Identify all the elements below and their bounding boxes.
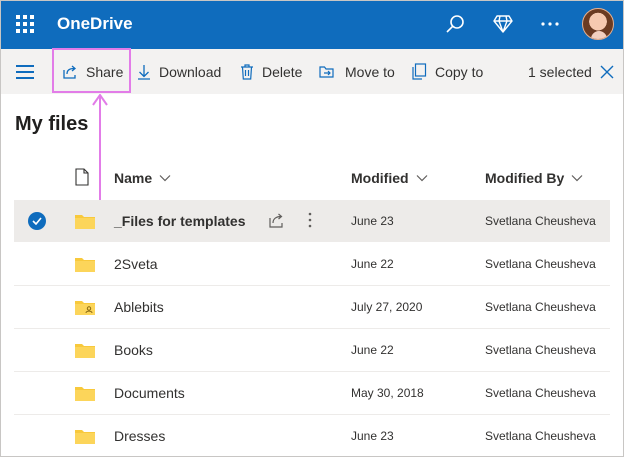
selection-count: 1 selected: [528, 64, 592, 80]
file-name[interactable]: _Files for templates: [114, 213, 246, 229]
modified-date: June 23: [351, 214, 394, 228]
move-to-label: Move to: [345, 63, 395, 80]
search-icon[interactable]: [443, 12, 467, 36]
table-row[interactable]: Ablebits July 27, 2020 Svetlana Cheushev…: [14, 286, 610, 328]
modified-date: June 23: [351, 429, 394, 443]
chevron-down-icon: [571, 175, 583, 182]
top-header: OneDrive: [0, 0, 624, 49]
folder-icon: [75, 215, 95, 229]
modified-by: Svetlana Cheusheva: [485, 386, 596, 400]
file-name[interactable]: Books: [114, 342, 153, 358]
move-icon: [319, 66, 334, 78]
delete-button[interactable]: Delete: [240, 49, 302, 94]
modified-date: June 22: [351, 257, 394, 271]
column-header-name[interactable]: Name: [114, 170, 171, 186]
clear-selection-icon[interactable]: [600, 65, 614, 84]
file-name[interactable]: Ablebits: [114, 299, 164, 315]
column-header-modified-by[interactable]: Modified By: [485, 170, 583, 186]
checkmark-icon[interactable]: [28, 212, 46, 230]
modified-by: Svetlana Cheusheva: [485, 343, 596, 357]
folder-icon: [75, 387, 95, 401]
modified-by: Svetlana Cheusheva: [485, 429, 596, 443]
modified-by: Svetlana Cheusheva: [485, 300, 596, 314]
chevron-down-icon: [159, 175, 171, 182]
copy-to-button[interactable]: Copy to: [411, 49, 483, 94]
copy-to-label: Copy to: [435, 63, 484, 80]
download-button[interactable]: Download: [137, 49, 221, 94]
arrow-head-icon: [92, 94, 108, 106]
table-row[interactable]: Documents May 30, 2018 Svetlana Cheushev…: [14, 372, 610, 414]
column-name-label: Name: [114, 170, 153, 186]
table-row[interactable]: _Files for templates June 23 Svetlana Ch…: [14, 200, 610, 242]
download-label: Download: [159, 63, 222, 80]
table-row[interactable]: Dresses June 23 Svetlana Cheusheva: [14, 415, 610, 457]
shared-folder-icon: [75, 301, 95, 315]
table-row[interactable]: Books June 22 Svetlana Cheusheva: [14, 329, 610, 371]
file-type-icon[interactable]: [75, 168, 89, 191]
annotation-arrow: [99, 96, 101, 200]
column-modified-by-label: Modified By: [485, 170, 565, 186]
page-title: My files: [15, 113, 89, 135]
more-vertical-icon[interactable]: [307, 212, 313, 228]
file-name[interactable]: Documents: [114, 385, 185, 401]
premium-diamond-icon[interactable]: [491, 12, 515, 36]
file-name[interactable]: 2Sveta: [114, 256, 158, 272]
avatar[interactable]: [582, 8, 614, 40]
app-title[interactable]: OneDrive: [57, 14, 133, 34]
folder-icon: [75, 430, 95, 444]
file-name[interactable]: Dresses: [114, 428, 165, 444]
chevron-down-icon: [416, 175, 427, 182]
trash-icon: [241, 63, 253, 80]
column-modified-label: Modified: [351, 170, 409, 186]
hamburger-menu-icon[interactable]: [16, 65, 36, 79]
table-row[interactable]: 2Sveta June 22 Svetlana Cheusheva: [14, 243, 610, 285]
app-launcher-icon[interactable]: [14, 13, 36, 35]
download-icon: [138, 64, 150, 80]
share-icon[interactable]: [268, 212, 286, 229]
modified-by: Svetlana Cheusheva: [485, 214, 596, 228]
column-header-modified[interactable]: Modified: [351, 170, 428, 186]
folder-icon: [75, 258, 95, 272]
delete-label: Delete: [262, 63, 303, 80]
folder-icon: [75, 344, 95, 358]
modified-by: Svetlana Cheusheva: [485, 257, 596, 271]
more-icon[interactable]: [538, 12, 562, 36]
move-to-button[interactable]: Move to: [319, 49, 395, 94]
copy-icon: [412, 63, 427, 80]
modified-date: July 27, 2020: [351, 300, 423, 314]
modified-date: May 30, 2018: [351, 386, 424, 400]
share-highlight-box: [52, 48, 131, 93]
modified-date: June 22: [351, 343, 394, 357]
